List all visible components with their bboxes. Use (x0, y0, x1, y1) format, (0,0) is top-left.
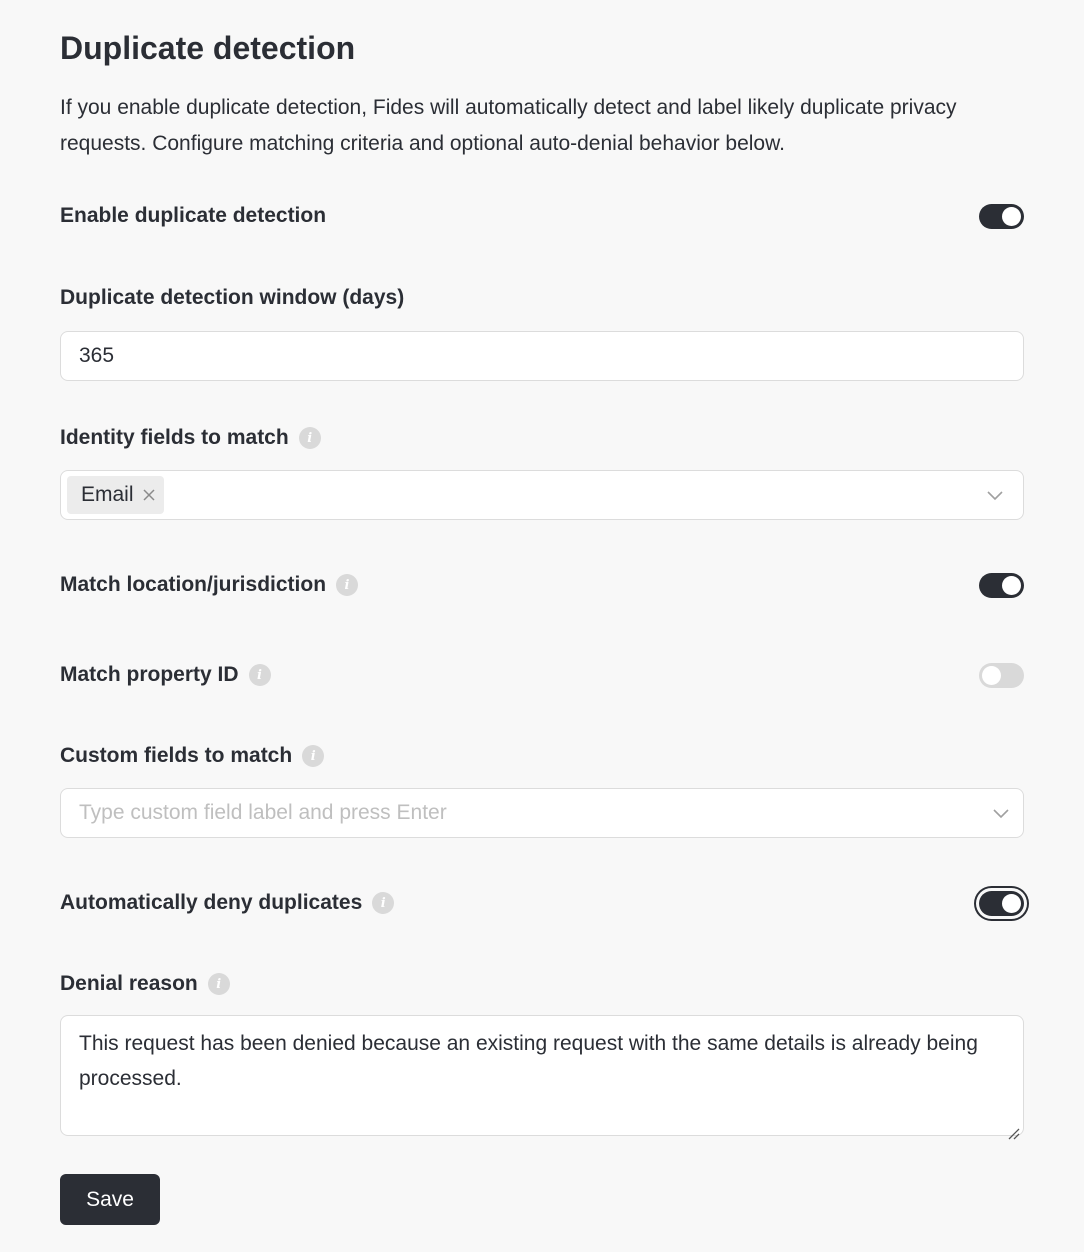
info-icon[interactable]: i (207, 973, 230, 995)
detection-window-label: Duplicate detection window (days) (60, 283, 1024, 313)
enable-duplicate-detection-toggle[interactable] (979, 203, 1024, 229)
custom-fields-label-text: Custom fields to match (60, 744, 293, 767)
page-title: Duplicate detection (60, 30, 356, 66)
detection-window-label-text: Duplicate detection window (days) (60, 286, 405, 309)
match-property-label-text: Match property ID (60, 663, 239, 686)
match-location-row: Match location/jurisdiction i (60, 565, 1024, 605)
auto-deny-toggle[interactable] (979, 890, 1024, 916)
toggle-knob (982, 665, 1001, 685)
save-button[interactable]: Save (60, 1174, 160, 1225)
toggle-knob (1002, 575, 1021, 595)
identity-fields-select[interactable]: Email (60, 470, 1024, 520)
chevron-down-icon[interactable] (991, 803, 1011, 823)
identity-fields-label-text: Identity fields to match (60, 426, 289, 449)
toggle-knob (1002, 206, 1021, 226)
resize-handle-icon[interactable] (1005, 1117, 1021, 1140)
denial-reason-label: Denial reason i (60, 969, 1024, 999)
match-property-label: Match property ID i (60, 663, 271, 687)
detection-window-input[interactable]: 365 (60, 331, 1024, 381)
custom-fields-placeholder: Type custom field label and press Enter (79, 801, 447, 824)
enable-duplicate-detection-label: Enable duplicate detection (60, 204, 327, 227)
denial-reason-value: This request has been denied because an … (79, 1032, 978, 1090)
custom-fields-select[interactable]: Type custom field label and press Enter (60, 788, 1024, 838)
info-icon[interactable]: i (372, 892, 395, 914)
match-property-toggle[interactable] (979, 662, 1024, 688)
tag-email: Email (67, 476, 164, 514)
match-location-label: Match location/jurisdiction i (60, 573, 359, 597)
chevron-down-icon[interactable] (985, 485, 1005, 505)
auto-deny-label: Automatically deny duplicates i (60, 891, 395, 915)
page-description: If you enable duplicate detection, Fides… (60, 96, 957, 155)
auto-deny-label-text: Automatically deny duplicates (60, 891, 363, 914)
match-location-label-text: Match location/jurisdiction (60, 573, 327, 596)
info-icon[interactable]: i (298, 427, 321, 449)
identity-fields-label: Identity fields to match i (60, 423, 1024, 453)
info-icon[interactable]: i (336, 574, 359, 596)
tag-email-label: Email (81, 483, 134, 506)
close-icon[interactable] (142, 488, 156, 502)
actions: Save (60, 1174, 1024, 1225)
info-icon[interactable]: i (248, 664, 271, 686)
enable-duplicate-detection-row: Enable duplicate detection (60, 196, 1024, 236)
match-location-toggle[interactable] (979, 572, 1024, 598)
detection-window-value: 365 (79, 344, 115, 367)
denial-reason-label-text: Denial reason (60, 972, 198, 995)
match-property-row: Match property ID i (60, 655, 1024, 695)
denial-reason-textarea[interactable]: This request has been denied because an … (60, 1015, 1024, 1140)
toggle-knob (1002, 893, 1021, 913)
info-icon[interactable]: i (302, 745, 325, 767)
duplicate-detection-settings: Duplicate detection If you enable duplic… (0, 0, 1084, 1225)
auto-deny-row: Automatically deny duplicates i (60, 883, 1024, 923)
custom-fields-label: Custom fields to match i (60, 741, 1024, 771)
